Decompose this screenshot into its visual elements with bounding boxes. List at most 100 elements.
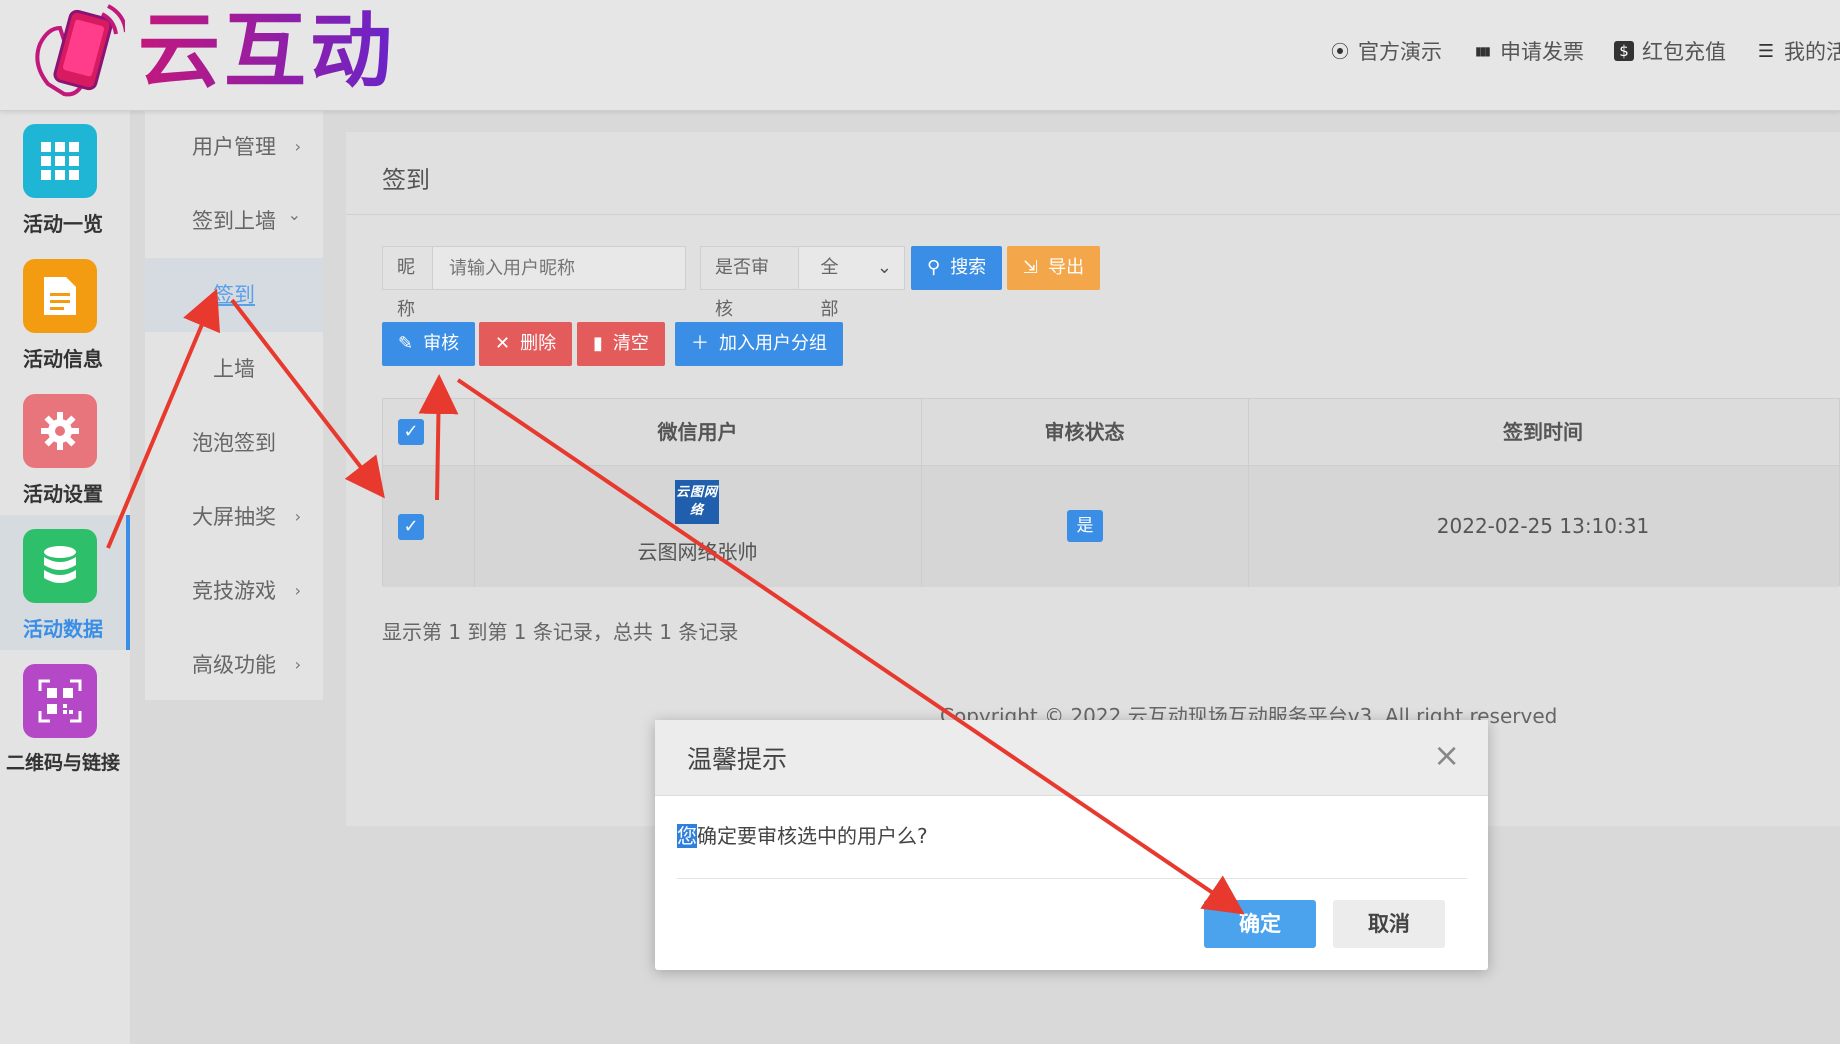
submenu-label: 签到上墙: [192, 209, 276, 233]
gear-icon: [23, 394, 97, 468]
nav-my-activities[interactable]: ☰ 我的活: [1756, 36, 1840, 66]
nav-label: 红包充值: [1642, 40, 1726, 64]
submenu-item-user-management[interactable]: 用户管理 ›: [145, 110, 323, 184]
brand-name: 云互动: [138, 2, 396, 102]
select-all-checkbox[interactable]: ✓: [398, 419, 424, 445]
submenu-item-checkin-wall[interactable]: 签到上墙 ⌄: [145, 184, 323, 258]
audit-status-cell: 是: [921, 466, 1249, 587]
table-header-checkin-time: 签到时间: [1503, 420, 1583, 444]
submenu-label: 上墙: [213, 357, 255, 381]
confirm-dialog: 温馨提示 × 您确定要审核选中的用户么? 确定 取消: [655, 720, 1488, 970]
checkin-table: ✓ 微信用户 审核状态 签到时间 ✓ 云图网络 云图网络张帅 是 2022-02…: [382, 398, 1840, 587]
nickname-filter: 昵称: [382, 246, 686, 320]
dialog-header: 温馨提示 ×: [655, 720, 1488, 796]
row-select-cell: ✓: [383, 466, 475, 587]
search-icon: ⚲: [927, 257, 941, 278]
wechat-user-cell: 云图网络 云图网络张帅: [474, 466, 922, 587]
page-title: 签到: [382, 166, 430, 194]
add-to-group-button[interactable]: ＋ 加入用户分组: [675, 322, 843, 366]
submenu-label: 泡泡签到: [192, 431, 276, 455]
nav-redpacket-recharge[interactable]: $ 红包充值: [1614, 36, 1726, 66]
grid-icon: [23, 124, 97, 198]
icon-sidebar: 活动一览 活动信息 活动设置 活动数据 二维码与链接: [0, 110, 130, 1044]
confirm-button[interactable]: 确定: [1204, 900, 1316, 948]
sidebar-item-activity-settings[interactable]: 活动设置: [0, 380, 130, 515]
nav-label: 申请发票: [1500, 40, 1584, 64]
play-circle-icon: ⦿: [1331, 42, 1349, 63]
gavel-icon: ✎: [398, 333, 414, 354]
submenu-item-bubble-checkin[interactable]: 泡泡签到: [145, 406, 323, 480]
divider: [677, 878, 1467, 879]
dialog-message-text: 确定要审核选中的用户么?: [697, 824, 928, 848]
trash-icon: ▮: [593, 333, 603, 354]
sidebar-item-label: 活动信息: [23, 347, 103, 371]
submenu-label: 大屏抽奖: [192, 505, 276, 529]
search-button[interactable]: ⚲ 搜索: [911, 246, 1003, 290]
nav-label: 我的活: [1784, 40, 1840, 64]
nickname-label: 昵称: [383, 247, 433, 320]
audit-button-label: 审核: [423, 333, 460, 354]
nav-label: 官方演示: [1358, 40, 1442, 64]
submenu-item-advanced-features[interactable]: 高级功能 ›: [145, 628, 323, 702]
sidebar-item-label: 二维码与链接: [5, 752, 120, 774]
submenu-label: 竞技游戏: [192, 579, 276, 603]
search-button-label: 搜索: [950, 257, 987, 278]
close-icon[interactable]: ×: [1433, 736, 1460, 774]
database-icon: [23, 529, 97, 603]
audit-button[interactable]: ✎ 审核: [382, 322, 476, 366]
close-icon: ✕: [495, 333, 511, 354]
delete-button[interactable]: ✕ 删除: [479, 322, 573, 366]
sidebar-item-activity-overview[interactable]: 活动一览: [0, 110, 130, 245]
clear-button-label: 清空: [612, 333, 649, 354]
sidebar-item-label: 活动设置: [23, 482, 103, 506]
audit-filter: 是否审核 全部 ⌄: [700, 246, 905, 320]
phone-logo-icon: [35, 4, 125, 97]
add-to-group-button-label: 加入用户分组: [719, 333, 827, 354]
chevron-right-icon: ›: [294, 581, 301, 600]
audit-select[interactable]: 全部 ⌄: [799, 247, 904, 320]
nickname-input[interactable]: [433, 247, 685, 289]
avatar: 云图网络: [675, 480, 719, 524]
selected-text: 您: [677, 824, 697, 848]
submenu: 用户管理 › 签到上墙 ⌄ 签到 上墙 泡泡签到 大屏抽奖 › 竞技游戏 › 高…: [145, 110, 323, 700]
chevron-right-icon: ›: [294, 137, 301, 156]
submenu-item-wall[interactable]: 上墙: [145, 332, 323, 406]
nav-apply-invoice[interactable]: ▮▮▮ 申请发票: [1472, 36, 1584, 66]
chevron-down-icon: ⌄: [287, 205, 301, 224]
pagination-info: 显示第 1 到第 1 条记录，总共 1 条记录: [382, 620, 739, 644]
export-icon: ⇲: [1023, 257, 1039, 278]
submenu-item-competitive-games[interactable]: 竞技游戏 ›: [145, 554, 323, 628]
dialog-title: 温馨提示: [687, 745, 788, 774]
top-nav: ⦿ 官方演示 ▮▮▮ 申请发票 $ 红包充值 ☰ 我的活: [1330, 36, 1840, 66]
submenu-label: 签到: [213, 283, 255, 307]
submenu-item-big-screen-lottery[interactable]: 大屏抽奖 ›: [145, 480, 323, 554]
submenu-item-checkin[interactable]: 签到: [145, 258, 323, 332]
checkin-time-cell: 2022-02-25 13:10:31: [1436, 514, 1650, 538]
table-header-wechat-user: 微信用户: [474, 399, 922, 465]
plus-icon: ＋: [691, 333, 709, 354]
table-row[interactable]: ✓ 云图网络 云图网络张帅 是 2022-02-25 13:10:31: [383, 465, 1839, 587]
audit-label: 是否审核: [701, 247, 799, 320]
status-badge: 是: [1067, 510, 1103, 542]
cancel-button[interactable]: 取消: [1333, 900, 1445, 948]
table-header-audit-status: 审核状态: [921, 399, 1249, 465]
submenu-label: 高级功能: [192, 653, 276, 677]
sidebar-item-label: 活动一览: [23, 212, 103, 236]
export-button-label: 导出: [1048, 257, 1085, 278]
table-header-select: ✓: [383, 399, 475, 465]
nav-official-demo[interactable]: ⦿ 官方演示: [1330, 36, 1442, 66]
list-icon: ☰: [1757, 40, 1775, 62]
sidebar-item-activity-info[interactable]: 活动信息: [0, 245, 130, 380]
wechat-user-name: 云图网络张帅: [637, 540, 758, 564]
row-checkbox[interactable]: ✓: [398, 514, 424, 540]
audit-select-value: 全部: [820, 257, 839, 320]
export-button[interactable]: ⇲ 导出: [1007, 246, 1101, 290]
sidebar-item-activity-data[interactable]: 活动数据: [0, 515, 130, 650]
dialog-message: 您确定要审核选中的用户么?: [677, 820, 928, 849]
barcode-icon: ▮▮▮: [1475, 44, 1491, 58]
chevron-right-icon: ›: [294, 655, 301, 674]
dollar-icon: $: [1614, 41, 1634, 61]
sidebar-item-qrcode-links[interactable]: 二维码与链接: [0, 650, 130, 785]
clear-button[interactable]: ▮ 清空: [577, 322, 665, 366]
header: 云互动 ⦿ 官方演示 ▮▮▮ 申请发票 $ 红包充值 ☰ 我的活: [0, 0, 1840, 111]
